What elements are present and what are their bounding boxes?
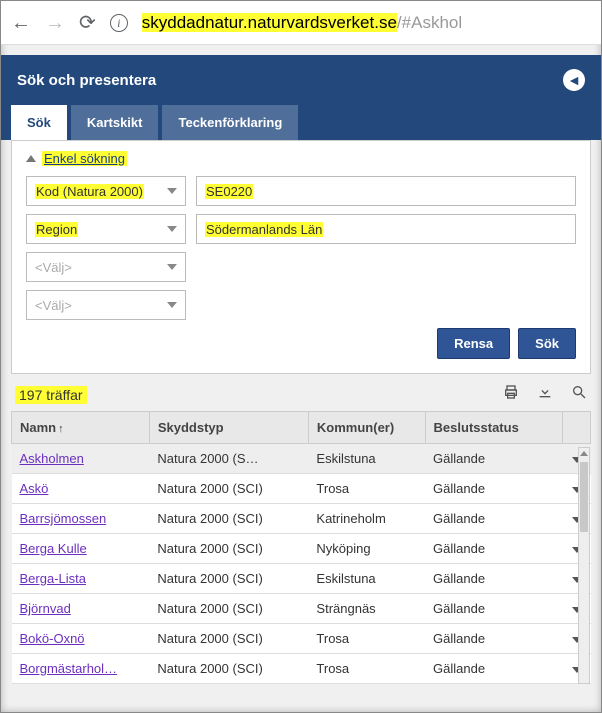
print-icon[interactable] [503, 384, 519, 405]
section-label: Enkel sökning [42, 151, 127, 166]
row-type: Natura 2000 (SCI) [149, 564, 308, 594]
chevron-down-icon [167, 188, 177, 194]
panel-title: Sök och presentera [17, 72, 156, 89]
row-name-link[interactable]: Borgmästarhol… [20, 661, 118, 676]
section-toggle[interactable]: Enkel sökning [26, 151, 576, 166]
table-scrollbar[interactable] [578, 447, 590, 684]
kod-input[interactable]: SE0220 [196, 176, 576, 206]
row-name-link[interactable]: Björnvad [20, 601, 71, 616]
table-row[interactable]: Barrsjömossen Natura 2000 (SCI)Katrinehol… [12, 504, 591, 534]
chevron-down-icon [167, 302, 177, 308]
row-status: Gällande [425, 444, 563, 474]
sort-asc-icon: ↑ [58, 423, 64, 435]
row-type: Natura 2000 (SCI) [149, 624, 308, 654]
tab-sok[interactable]: Sök [11, 105, 67, 140]
row-type: Natura 2000 (SCI) [149, 534, 308, 564]
row-kommun: Trosa [308, 654, 425, 684]
search-button[interactable]: Sök [518, 328, 576, 359]
results-toolbar [503, 384, 587, 405]
region-input[interactable]: Södermanlands Län [196, 214, 576, 244]
row-kommun: Katrineholm [308, 504, 425, 534]
search-panel: Enkel sökning Kod (Natura 2000) SE0220 R… [11, 140, 591, 374]
row-type: Natura 2000 (SCI) [149, 594, 308, 624]
url-host: skyddadnatur.naturvardsverket.se [142, 13, 397, 32]
address-bar[interactable]: skyddadnatur.naturvardsverket.se/#Askhol [142, 13, 462, 33]
table-row[interactable]: Berga-Lista Natura 2000 (SCI)EskilstunaGä… [12, 564, 591, 594]
row-type: Natura 2000 (SCI) [149, 474, 308, 504]
chevron-down-icon [167, 226, 177, 232]
extra-select-2-placeholder: <Välj> [35, 298, 72, 313]
col-header-kommun[interactable]: Kommun(er) [308, 412, 425, 444]
back-button[interactable]: ← [11, 13, 31, 33]
row-name-link[interactable]: Askholmen [20, 451, 84, 466]
chevron-down-icon [167, 264, 177, 270]
tab-bar: Sök Kartskikt Teckenförklaring [1, 105, 601, 140]
browser-toolbar: ← → ⟳ i skyddadnatur.naturvardsverket.se… [1, 1, 601, 45]
row-type: Natura 2000 (S… [149, 444, 308, 474]
extra-select-2[interactable]: <Välj> [26, 290, 186, 320]
row-kommun: Strängnäs [308, 594, 425, 624]
tab-teckenforklaring[interactable]: Teckenförklaring [162, 105, 298, 140]
extra-select-1[interactable]: <Välj> [26, 252, 186, 282]
col-header-name[interactable]: Namn↑ [12, 412, 150, 444]
extra-select-1-placeholder: <Välj> [35, 260, 72, 275]
region-input-value: Södermanlands Län [205, 222, 323, 237]
table-row[interactable]: Bokö-Oxnö Natura 2000 (SCI)TrosaGällande [12, 624, 591, 654]
reload-button[interactable]: ⟳ [79, 13, 96, 33]
table-row[interactable]: Björnvad Natura 2000 (SCI)SträngnäsGällan… [12, 594, 591, 624]
row-status: Gällande [425, 504, 563, 534]
table-row[interactable]: Berga Kulle Natura 2000 (SCI)NyköpingGäll… [12, 534, 591, 564]
collapse-triangle-icon [26, 155, 36, 162]
row-name-link[interactable]: Berga-Lista [20, 571, 86, 586]
results-header: 197 träffar [1, 374, 601, 411]
row-kommun: Eskilstuna [308, 444, 425, 474]
row-status: Gällande [425, 654, 563, 684]
search-icon[interactable] [571, 384, 587, 405]
region-select-label: Region [35, 222, 78, 237]
row-name-link[interactable]: Askö [20, 481, 49, 496]
download-icon[interactable] [537, 384, 553, 405]
kod-select[interactable]: Kod (Natura 2000) [26, 176, 186, 206]
scroll-thumb[interactable] [580, 462, 588, 532]
col-header-actions [563, 412, 591, 444]
results-table: Namn↑ Skyddstyp Kommun(er) Beslutsstatus… [11, 411, 591, 684]
row-name-link[interactable]: Bokö-Oxnö [20, 631, 85, 646]
row-status: Gällande [425, 534, 563, 564]
kod-select-label: Kod (Natura 2000) [35, 184, 144, 199]
row-kommun: Trosa [308, 624, 425, 654]
table-row[interactable]: Borgmästarhol… Natura 2000 (SCI)TrosaGäll… [12, 654, 591, 684]
row-type: Natura 2000 (SCI) [149, 654, 308, 684]
table-row[interactable]: Askholmen Natura 2000 (S…EskilstunaGällan… [12, 444, 591, 474]
results-table-wrap: Namn↑ Skyddstyp Kommun(er) Beslutsstatus… [1, 411, 601, 684]
row-name-link[interactable]: Berga Kulle [20, 541, 87, 556]
tab-kartskikt[interactable]: Kartskikt [71, 105, 159, 140]
row-kommun: Trosa [308, 474, 425, 504]
row-kommun: Eskilstuna [308, 564, 425, 594]
col-header-type[interactable]: Skyddstyp [149, 412, 308, 444]
kod-input-value: SE0220 [205, 184, 253, 199]
col-header-status[interactable]: Beslutsstatus [425, 412, 563, 444]
region-select[interactable]: Region [26, 214, 186, 244]
clear-button[interactable]: Rensa [437, 328, 510, 359]
panel-header: Sök och presentera ◄ [1, 55, 601, 105]
forward-button[interactable]: → [45, 13, 65, 33]
hit-count: 197 träffar [15, 386, 87, 404]
row-kommun: Nyköping [308, 534, 425, 564]
row-status: Gällande [425, 624, 563, 654]
site-info-icon[interactable]: i [110, 14, 128, 32]
row-status: Gällande [425, 474, 563, 504]
row-status: Gällande [425, 564, 563, 594]
row-type: Natura 2000 (SCI) [149, 504, 308, 534]
collapse-button[interactable]: ◄ [563, 69, 585, 91]
scroll-up-icon [580, 451, 588, 456]
row-status: Gällande [425, 594, 563, 624]
table-row[interactable]: Askö Natura 2000 (SCI)TrosaGällande [12, 474, 591, 504]
url-path: /#Askhol [397, 13, 462, 32]
row-name-link[interactable]: Barrsjömossen [20, 511, 107, 526]
